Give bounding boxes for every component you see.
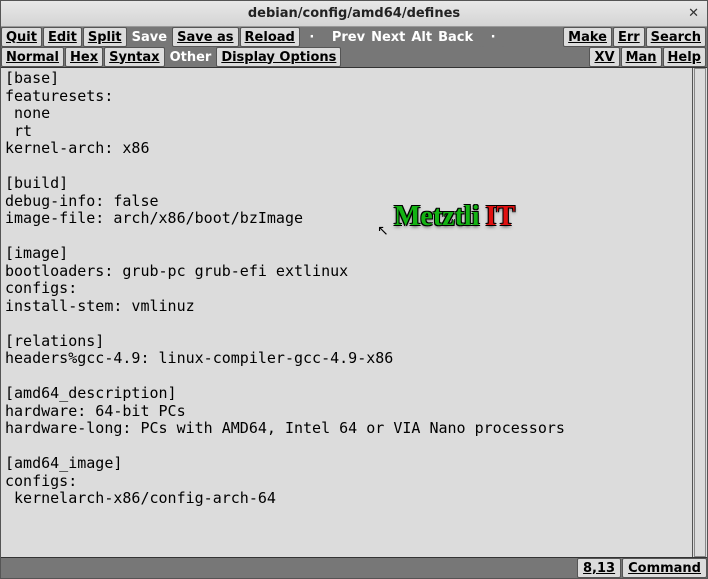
make-button[interactable]: Make [563, 27, 612, 47]
edit-button[interactable]: Edit [43, 27, 82, 47]
window-title: debian/config/amd64/defines [248, 6, 460, 21]
text-editor[interactable]: [base] featuresets: none rt kernel-arch:… [1, 68, 692, 557]
reload-button[interactable]: Reload [240, 27, 300, 47]
alt-button[interactable]: Alt [411, 31, 432, 44]
cursor-position: 8,13 [577, 558, 621, 578]
editor-mode: Command [622, 558, 707, 578]
xv-button[interactable]: XV [589, 47, 619, 67]
close-icon[interactable]: ✕ [688, 6, 699, 21]
editor-window: debian/config/amd64/defines ✕ Quit Edit … [0, 0, 708, 579]
vertical-scrollbar[interactable] [692, 68, 707, 557]
next-button[interactable]: Next [371, 31, 405, 44]
toolbar2-spacer [342, 47, 589, 67]
back-button[interactable]: Back [438, 31, 473, 44]
hex-button[interactable]: Hex [65, 47, 103, 67]
toolbar-spacer [505, 27, 563, 47]
help-button[interactable]: Help [663, 47, 706, 67]
save-button[interactable]: Save [128, 27, 171, 47]
normal-button[interactable]: Normal [1, 47, 64, 67]
scrollbar-thumb[interactable] [694, 68, 706, 557]
status-spacer [1, 558, 577, 578]
nav-sep-icon: · [301, 27, 323, 47]
save-as-button[interactable]: Save as [172, 27, 238, 47]
syntax-button[interactable]: Syntax [104, 47, 164, 67]
search-button[interactable]: Search [646, 27, 706, 47]
status-bar: 8,13 Command [1, 558, 707, 578]
split-button[interactable]: Split [83, 27, 127, 47]
nav-sep2-icon: · [482, 27, 504, 47]
nav-group: Prev Next Alt Back [324, 27, 481, 47]
err-button[interactable]: Err [613, 27, 645, 47]
toolbar-view: Normal Hex Syntax Other Display Options … [1, 47, 707, 67]
man-button[interactable]: Man [621, 47, 662, 67]
other-button[interactable]: Other [166, 47, 216, 67]
display-options-button[interactable]: Display Options [216, 47, 341, 67]
titlebar: debian/config/amd64/defines ✕ [1, 1, 707, 27]
toolbar-main: Quit Edit Split Save Save as Reload · Pr… [1, 27, 707, 47]
prev-button[interactable]: Prev [332, 31, 365, 44]
quit-button[interactable]: Quit [1, 27, 42, 47]
editor-area: [base] featuresets: none rt kernel-arch:… [1, 67, 707, 558]
